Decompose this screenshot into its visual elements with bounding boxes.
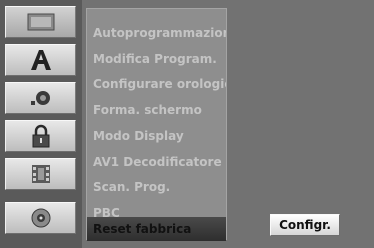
category-audio[interactable] — [5, 82, 76, 114]
audio-speaker-icon — [30, 91, 50, 105]
category-general[interactable] — [5, 6, 76, 38]
category-lock[interactable] — [5, 120, 76, 152]
language-letter-icon — [30, 50, 51, 70]
menu-item-selected[interactable]: Reset fabbrica — [87, 217, 226, 241]
menu-item[interactable]: Configurare orologio — [87, 72, 226, 96]
menu-item[interactable]: AV1 Decodificatore — [87, 150, 226, 174]
category-disc[interactable] — [5, 202, 76, 234]
lock-icon — [32, 124, 49, 148]
menu-item[interactable]: Scan. Prog. — [87, 175, 226, 199]
category-sidebar — [0, 0, 82, 248]
film-icon — [31, 165, 50, 183]
setup-screen: Autoprogrammazione Modifica Program. Con… — [0, 0, 374, 248]
menu-item[interactable]: Modifica Program. — [87, 47, 226, 71]
menu-item[interactable]: Autoprogrammazione — [87, 21, 226, 45]
menu-item[interactable]: Modo Display — [87, 124, 226, 148]
disc-icon — [31, 208, 50, 228]
setup-menu: Autoprogrammazione Modifica Program. Con… — [86, 8, 227, 241]
disc-screen-icon — [27, 13, 54, 31]
configure-button[interactable]: Configr. — [270, 214, 340, 236]
category-language[interactable] — [5, 44, 76, 76]
menu-item[interactable]: Forma. schermo — [87, 98, 226, 122]
category-recording[interactable] — [5, 158, 76, 190]
